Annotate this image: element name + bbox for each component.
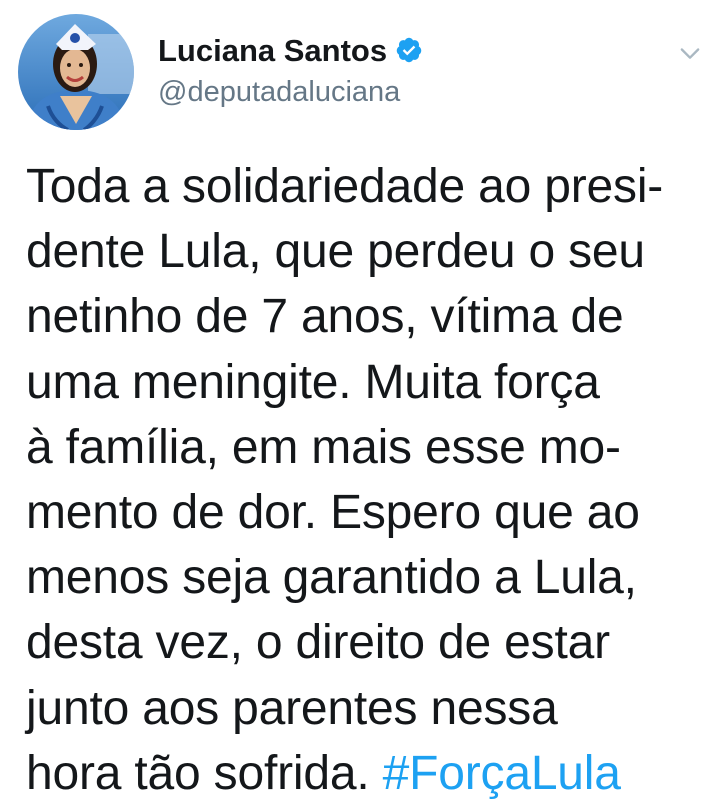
avatar-photo-icon [18, 14, 134, 130]
tweet-header: Luciana Santos @deputadaluciana [18, 14, 708, 130]
verified-icon [395, 36, 423, 64]
tweet-text-content: Toda a solidariedade ao presi- dente Lul… [26, 160, 664, 800]
name-row: Luciana Santos [158, 30, 423, 70]
handle[interactable]: @deputadaluciana [158, 78, 423, 107]
avatar[interactable] [18, 14, 134, 130]
chevron-down-icon[interactable] [676, 39, 704, 67]
author-info: Luciana Santos @deputadaluciana [158, 30, 423, 107]
hashtag-link[interactable]: #ForçaLula [383, 747, 621, 800]
display-name[interactable]: Luciana Santos [158, 35, 387, 66]
tweet-text: Toda a solidariedade ao presi- dente Lul… [26, 154, 696, 806]
